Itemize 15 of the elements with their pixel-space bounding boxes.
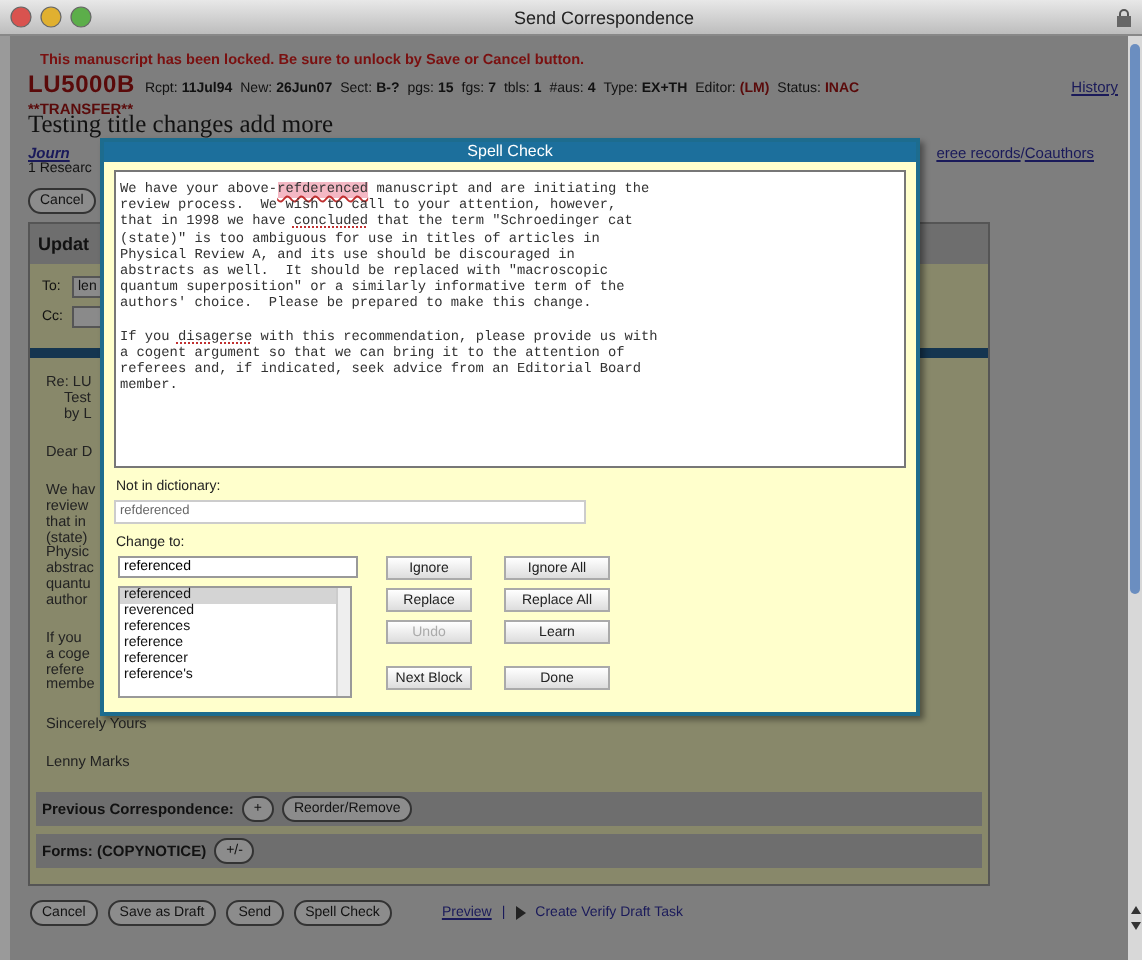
list-scrollbar[interactable] — [336, 588, 350, 696]
window-control-icon[interactable] — [10, 6, 32, 28]
scrollbar[interactable] — [1128, 36, 1142, 960]
triangle-icon — [515, 906, 526, 921]
lock-icon — [1116, 7, 1132, 27]
window-control-icon[interactable] — [70, 6, 92, 28]
dialog-title: Spell Check — [104, 142, 916, 162]
window-control-icon[interactable] — [40, 6, 62, 28]
manuscript-title: Testing title changes add more — [28, 114, 334, 136]
manuscript-code: LU5000B — [28, 72, 135, 96]
scrollbar-thumb[interactable] — [1130, 44, 1140, 594]
document-text-area[interactable] — [114, 170, 906, 468]
scroll-up-icon — [1129, 904, 1141, 916]
scroll-down-icon — [1129, 920, 1141, 932]
window-title: Send Correspondence — [511, 7, 697, 27]
